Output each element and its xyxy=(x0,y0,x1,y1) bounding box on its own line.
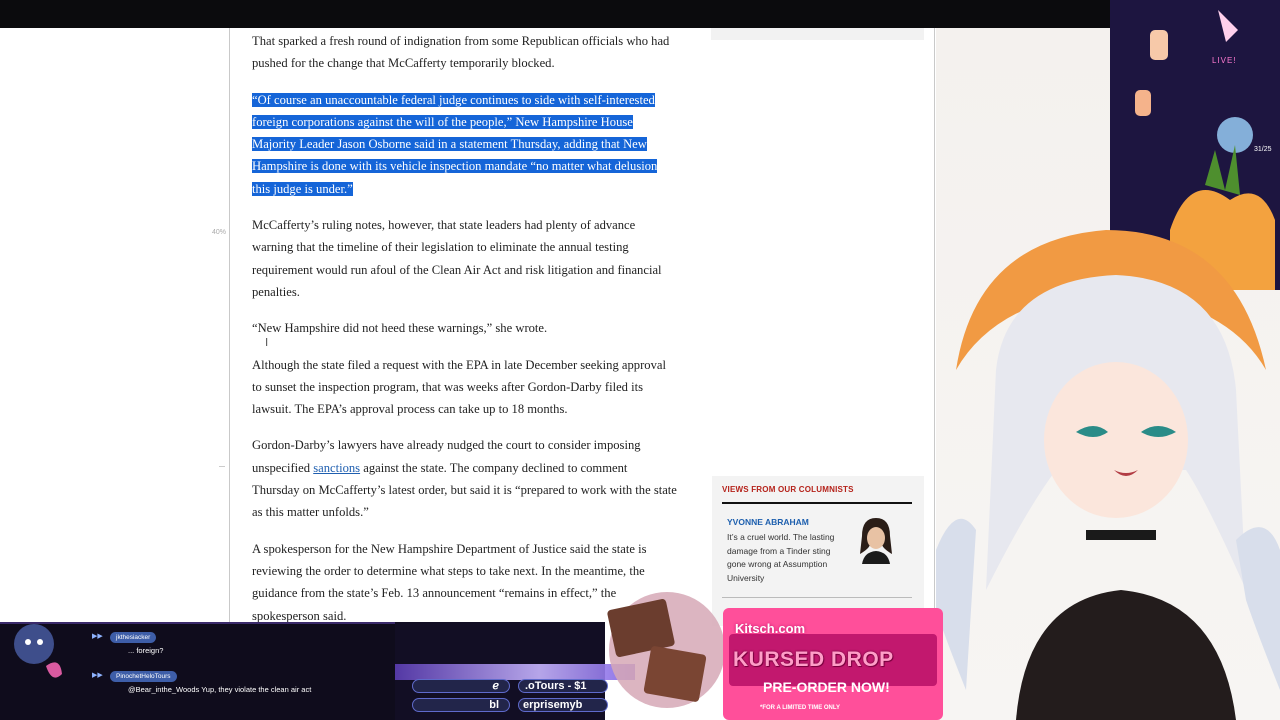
article-left-border xyxy=(229,28,230,628)
promo-note: *FOR A LIMITED TIME ONLY xyxy=(760,705,841,711)
sidebar-ad-slot xyxy=(711,28,924,40)
chat-arrow-icon: ▶▶ xyxy=(92,672,103,679)
ticker-text: bl xyxy=(489,699,499,711)
promo-title: KURSED DROP xyxy=(733,648,894,671)
promo-subtitle: PRE-ORDER NOW! xyxy=(763,679,890,695)
sanctions-link[interactable]: sanctions xyxy=(313,461,360,475)
columnists-heading: VIEWS FROM OUR COLUMNISTS xyxy=(722,485,854,494)
vtuber-avatar xyxy=(936,230,1280,720)
goal-counter: 31/25 xyxy=(1254,146,1272,153)
promo-brand: Kitsch.com xyxy=(735,621,806,636)
chat-username: jkthesiacker xyxy=(110,632,157,643)
text-cursor-icon: I xyxy=(265,336,269,349)
columnist-blurb[interactable]: It’s a cruel world. The lasting damage f… xyxy=(727,531,842,585)
article-paragraph-quote[interactable]: “Of course an unaccountable federal judg… xyxy=(252,89,677,200)
ticker-pill: erprisemyb xyxy=(518,698,608,712)
chat-arrow-icon: ▶▶ xyxy=(92,633,103,640)
article-paragraph: That sparked a fresh round of indignatio… xyxy=(252,34,670,71)
ticker-text: .oTours - $1 xyxy=(525,680,587,692)
ticker-text: ℯ xyxy=(492,680,499,692)
margin-marker: 40% xyxy=(212,229,227,236)
columnist-portrait xyxy=(860,518,892,564)
columnists-divider xyxy=(722,502,912,504)
ticker-pill: .oTours - $1 xyxy=(518,679,608,693)
article-paragraph: McCafferty’s ruling notes, however, that… xyxy=(252,218,662,299)
ticker-pill: ℯ xyxy=(412,679,510,693)
chat-username: PinochetHeloTours xyxy=(110,671,177,682)
article-body: That sparked a fresh round of indignatio… xyxy=(252,30,677,641)
margin-dash xyxy=(219,466,225,467)
selected-text[interactable]: “Of course an unaccountable federal judg… xyxy=(252,92,658,196)
article-right-border xyxy=(934,28,935,628)
article-paragraph: Gordon-Darby’s lawyers have already nudg… xyxy=(252,434,677,523)
live-badge: LIVE! xyxy=(1212,56,1237,65)
article-paragraph: “New Hampshire did not heed these warnin… xyxy=(252,321,548,336)
article-paragraph: Although the state filed a request with … xyxy=(252,357,666,417)
chat-mascot-decoration xyxy=(14,624,62,678)
ticker-pill: bl xyxy=(412,698,510,712)
ticker-text: erprisemyb xyxy=(523,699,583,711)
chat-message: @Bear_inthe_Woods Yup, they violate the … xyxy=(128,685,312,694)
chat-message: ... foreign? xyxy=(128,646,164,655)
page-left-gutter xyxy=(0,28,230,628)
ticker-glow xyxy=(395,664,635,680)
columnist-name[interactable]: YVONNE ABRAHAM xyxy=(727,517,809,527)
stream-top-bar xyxy=(0,0,1280,28)
